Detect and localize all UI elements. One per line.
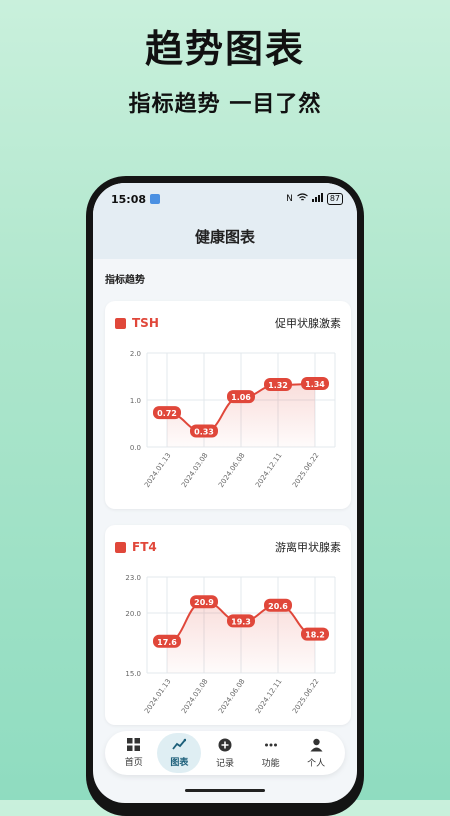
section-label: 指标趋势 <box>105 275 145 286</box>
phone-screen: 15:08 N 87 健康图表 指标趋势 TSH 促甲状腺激素 2.0 1.0 … <box>93 183 357 803</box>
signal-icon <box>311 193 323 205</box>
tab-chart[interactable]: 图表 <box>157 733 202 773</box>
wifi-icon <box>296 193 308 205</box>
more-icon <box>264 738 278 756</box>
tab-functions[interactable]: 功能 <box>249 733 293 773</box>
data-label: 0.33 <box>194 427 214 436</box>
tab-label: 个人 <box>307 758 326 769</box>
x-tick-label: 2024.01.13 <box>143 452 173 489</box>
bottom-tab-bar: 首页 图表 记录 功能 个人 <box>105 731 345 775</box>
promo-subtitle: 指标趋势 一目了然 <box>128 92 322 117</box>
tsh-chart-card[interactable]: TSH 促甲状腺激素 2.0 1.0 0.0 0.72 0.33 1.06 1.32 1.34… <box>105 301 351 509</box>
tab-label: 记录 <box>215 758 234 769</box>
y-tick-label: 0.0 <box>130 444 141 452</box>
data-label: 19.3 <box>231 617 251 626</box>
x-tick-label: 2024.01.13 <box>143 678 173 715</box>
card-description: 促甲状腺激素 <box>275 317 341 330</box>
y-tick-label: 1.0 <box>130 397 141 405</box>
card-name: TSH <box>132 316 159 330</box>
y-tick-label: 20.0 <box>125 610 141 618</box>
y-tick-label: 2.0 <box>130 350 141 358</box>
card-name: FT4 <box>132 540 157 554</box>
data-label: 20.6 <box>268 602 288 611</box>
data-label: 1.34 <box>305 380 325 389</box>
x-tick-label: 2024.06.08 <box>217 452 247 489</box>
tab-profile[interactable]: 个人 <box>294 733 338 773</box>
plus-circle-icon <box>218 738 232 756</box>
x-tick-label: 2024.03.08 <box>180 678 210 715</box>
data-label: 1.32 <box>268 381 288 390</box>
data-label: 1.06 <box>231 393 251 402</box>
card-description: 游离甲状腺素 <box>275 541 341 554</box>
series-swatch <box>115 317 126 329</box>
series-swatch <box>115 541 126 553</box>
x-tick-label: 2024.06.08 <box>217 678 247 715</box>
nfc-icon: N <box>286 194 293 204</box>
chart-icon <box>172 738 187 755</box>
home-indicator <box>185 789 265 792</box>
y-tick-label: 23.0 <box>125 574 141 582</box>
data-label: 17.6 <box>157 638 177 647</box>
x-tick-label: 2024.12.11 <box>254 678 284 715</box>
tab-home[interactable]: 首页 <box>112 733 156 773</box>
status-time: 15:08 <box>111 192 147 206</box>
battery-icon: 87 <box>326 193 343 205</box>
page-title: 健康图表 <box>93 215 357 259</box>
data-label: 18.2 <box>305 631 325 640</box>
status-bar: 15:08 N 87 <box>93 183 357 215</box>
phone-frame: 15:08 N 87 健康图表 指标趋势 TSH 促甲状腺激素 2.0 1.0 … <box>86 176 364 816</box>
x-tick-label: 2025.06.22 <box>291 452 321 489</box>
y-tick-label: 15.0 <box>125 670 141 678</box>
x-tick-label: 2024.03.08 <box>180 452 210 489</box>
x-tick-label: 2024.12.11 <box>254 452 284 489</box>
data-label: 20.9 <box>194 598 214 607</box>
data-label: 0.72 <box>157 409 177 418</box>
tab-record[interactable]: 记录 <box>203 733 247 773</box>
x-tick-label: 2025.06.22 <box>291 678 321 715</box>
person-icon <box>310 738 323 756</box>
tab-label: 首页 <box>124 758 143 768</box>
tab-label: 图表 <box>170 758 189 768</box>
promo-title: 趋势图表 <box>144 27 305 71</box>
notification-icon <box>150 194 161 204</box>
tsh-chart: 2.01.00.00.720.331.061.32 1.342024.01.13 2… <box>130 350 336 489</box>
ft4-chart-card[interactable]: FT4 游离甲状腺素 23.0 20.0 15.0 17.6 20.9 19.3 20.6 1… <box>105 525 351 725</box>
tab-label: 功能 <box>261 758 280 769</box>
grid-icon <box>127 738 141 755</box>
ft4-chart: 23.0 20.0 15.0 17.6 20.9 19.3 20.6 18.2 2024.01.… <box>125 574 336 715</box>
